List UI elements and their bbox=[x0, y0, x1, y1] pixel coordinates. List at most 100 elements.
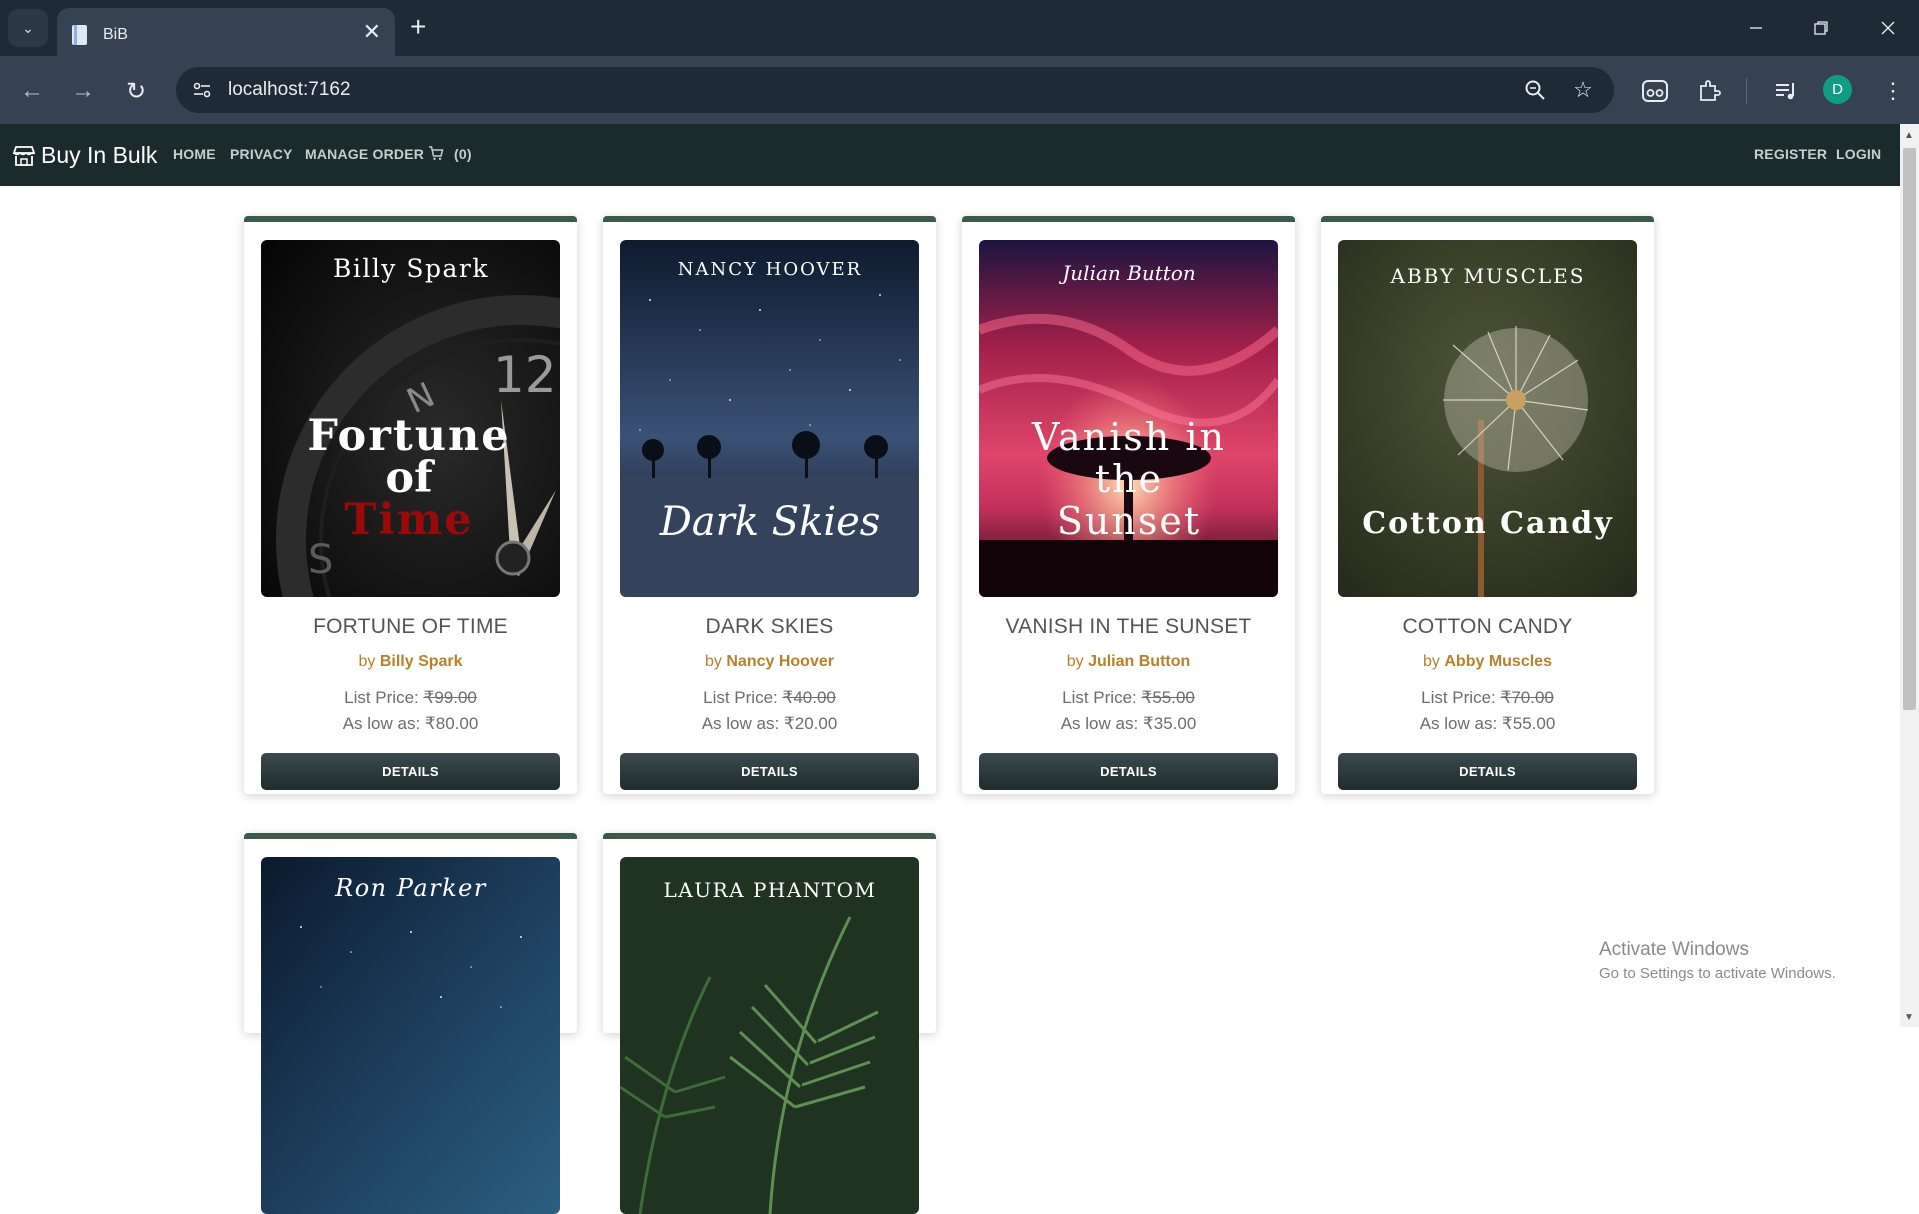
book-cover-image[interactable]: Julian Button Vanish in the Sunset bbox=[979, 240, 1278, 597]
cover-title-line: Sunset bbox=[1057, 499, 1201, 543]
close-tab-icon[interactable]: ✕ bbox=[363, 21, 381, 43]
toolbar-divider bbox=[1746, 78, 1747, 104]
minimize-icon[interactable] bbox=[1732, 10, 1780, 46]
author-name: Julian Button bbox=[1088, 653, 1191, 670]
low-price-value: ₹20.00 bbox=[783, 714, 838, 733]
nav-login-link[interactable]: LOGIN bbox=[1836, 146, 1881, 162]
nav-home-link[interactable]: HOME bbox=[173, 146, 216, 162]
book-title: DARK SKIES bbox=[705, 615, 834, 638]
low-price-label: As low as: bbox=[1060, 714, 1139, 733]
product-card: Ron Parker bbox=[244, 833, 577, 1214]
list-price-label: List Price: bbox=[344, 688, 419, 707]
product-card: NANCY HOOVER Dark Skies DARK SKIES by Na… bbox=[603, 216, 936, 794]
nav-manage-order-link[interactable]: MANAGE ORDER bbox=[305, 146, 424, 162]
cover-title-line: Dark Skies bbox=[659, 499, 881, 545]
list-price: List Price: ₹70.00 bbox=[1321, 688, 1654, 708]
address-bar[interactable]: localhost:7162 ☆ bbox=[176, 67, 1614, 113]
list-price: List Price: ₹99.00 bbox=[244, 688, 577, 708]
cart-icon[interactable] bbox=[428, 145, 444, 161]
brand-name: Buy In Bulk bbox=[41, 142, 158, 168]
book-cover-image[interactable]: 12 N S Billy Spark Fortune of Time bbox=[261, 240, 560, 597]
watermark-title: Activate Windows bbox=[1599, 939, 1749, 960]
close-icon[interactable] bbox=[1864, 10, 1912, 46]
watermark-subtitle: Go to Settings to activate Windows. bbox=[1599, 965, 1836, 982]
browser-menu-icon[interactable]: ⋮ bbox=[1878, 76, 1908, 106]
back-arrow-icon[interactable]: ← bbox=[15, 74, 49, 108]
bookmark-star-icon[interactable]: ☆ bbox=[1570, 77, 1596, 103]
author-name: Nancy Hoover bbox=[726, 653, 834, 670]
by-label: by bbox=[705, 653, 722, 670]
product-card: LAURA PHANTOM bbox=[603, 833, 936, 1214]
scroll-up-arrow-icon[interactable]: ▲ bbox=[1904, 130, 1914, 141]
list-price-label: List Price: bbox=[1421, 688, 1496, 707]
browser-toolbar: ← → ↻ localhost:7162 ☆ ⋮ bbox=[0, 56, 1919, 124]
book-author: by Billy Spark bbox=[244, 653, 577, 671]
reload-icon[interactable]: ↻ bbox=[119, 74, 153, 108]
scrollbar-thumb[interactable] bbox=[1903, 148, 1916, 710]
book-author: by Abby Muscles bbox=[1321, 653, 1654, 671]
product-card: ABBY MUSCLES Cotton Candy COTTON CANDY b… bbox=[1321, 216, 1654, 794]
restore-icon[interactable] bbox=[1797, 10, 1845, 46]
list-price-value: ₹55.00 bbox=[1141, 688, 1195, 707]
cover-author-text: ABBY MUSCLES bbox=[1390, 264, 1586, 288]
profile-avatar[interactable]: D bbox=[1823, 75, 1852, 104]
details-button[interactable]: DETAILS bbox=[620, 753, 919, 790]
details-button[interactable]: DETAILS bbox=[1338, 753, 1637, 790]
shop-icon bbox=[12, 145, 36, 166]
book-cover-image[interactable]: LAURA PHANTOM bbox=[620, 857, 919, 1214]
tab-title: BiB bbox=[103, 26, 128, 43]
low-price: As low as: ₹80.00 bbox=[244, 714, 577, 734]
low-price-label: As low as: bbox=[701, 714, 780, 733]
author-name: Abby Muscles bbox=[1444, 653, 1552, 670]
author-name: Billy Spark bbox=[379, 653, 463, 670]
list-price-value: ₹70.00 bbox=[1500, 688, 1554, 707]
activate-windows-watermark: Activate Windows Go to Settings to activ… bbox=[1599, 939, 1836, 982]
tab-search-button[interactable]: ⌄ bbox=[8, 9, 48, 47]
cover-author-text: LAURA PHANTOM bbox=[664, 878, 877, 902]
media-queue-icon[interactable] bbox=[1771, 76, 1801, 106]
book-title: FORTUNE OF TIME bbox=[313, 615, 508, 638]
new-tab-button[interactable]: + bbox=[410, 12, 426, 42]
cover-title-line: Cotton Candy bbox=[1362, 506, 1613, 541]
book-favicon-icon bbox=[72, 25, 87, 45]
cover-author-text: NANCY HOOVER bbox=[678, 259, 862, 280]
product-card: Julian Button Vanish in the Sunset VANIS… bbox=[962, 216, 1295, 794]
browser-tab-bar: ⌄ BiB ✕ + bbox=[0, 0, 1919, 56]
book-cover-image[interactable]: NANCY HOOVER Dark Skies bbox=[620, 240, 919, 597]
incognito-extension-icon[interactable] bbox=[1640, 76, 1670, 106]
by-label: by bbox=[1066, 653, 1084, 670]
book-author: by Nancy Hoover bbox=[603, 653, 936, 671]
cover-author-text: Ron Parker bbox=[334, 874, 487, 902]
zoom-icon[interactable] bbox=[1522, 77, 1548, 103]
brand-link[interactable]: Buy In Bulk bbox=[12, 142, 157, 169]
site-info-icon[interactable] bbox=[188, 76, 216, 104]
url-text[interactable]: localhost:7162 bbox=[228, 79, 351, 101]
low-price-value: ₹35.00 bbox=[1142, 714, 1197, 733]
book-cover-image[interactable]: ABBY MUSCLES Cotton Candy bbox=[1338, 240, 1637, 597]
cover-title-line: the bbox=[1095, 457, 1163, 501]
list-price: List Price: ₹55.00 bbox=[962, 688, 1295, 708]
book-cover-image[interactable]: Ron Parker bbox=[261, 857, 560, 1214]
nav-privacy-link[interactable]: PRIVACY bbox=[230, 146, 293, 162]
low-price-label: As low as: bbox=[1419, 714, 1498, 733]
svg-text:12: 12 bbox=[493, 346, 557, 404]
extensions-puzzle-icon[interactable] bbox=[1694, 76, 1724, 106]
list-price-value: ₹40.00 bbox=[782, 688, 836, 707]
book-title: VANISH IN THE SUNSET bbox=[1005, 615, 1252, 638]
cart-count-link[interactable]: (0) bbox=[454, 146, 472, 162]
details-button[interactable]: DETAILS bbox=[261, 753, 560, 790]
cover-title-line: Time bbox=[344, 495, 473, 545]
by-label: by bbox=[358, 653, 376, 670]
book-author: by Julian Button bbox=[962, 653, 1295, 671]
cover-author-text: Billy Spark bbox=[333, 254, 489, 283]
book-title: COTTON CANDY bbox=[1402, 615, 1573, 638]
browser-tab[interactable]: BiB ✕ bbox=[57, 8, 395, 56]
list-price: List Price: ₹40.00 bbox=[603, 688, 936, 708]
details-button[interactable]: DETAILS bbox=[979, 753, 1278, 790]
nav-register-link[interactable]: REGISTER bbox=[1754, 146, 1827, 162]
scroll-down-arrow-icon[interactable]: ▼ bbox=[1904, 1012, 1914, 1023]
low-price: As low as: ₹35.00 bbox=[962, 714, 1295, 734]
product-card: 12 N S Billy Spark Fortune of Time FORTU… bbox=[244, 216, 577, 794]
low-price: As low as: ₹20.00 bbox=[603, 714, 936, 734]
forward-arrow-icon[interactable]: → bbox=[66, 74, 100, 108]
